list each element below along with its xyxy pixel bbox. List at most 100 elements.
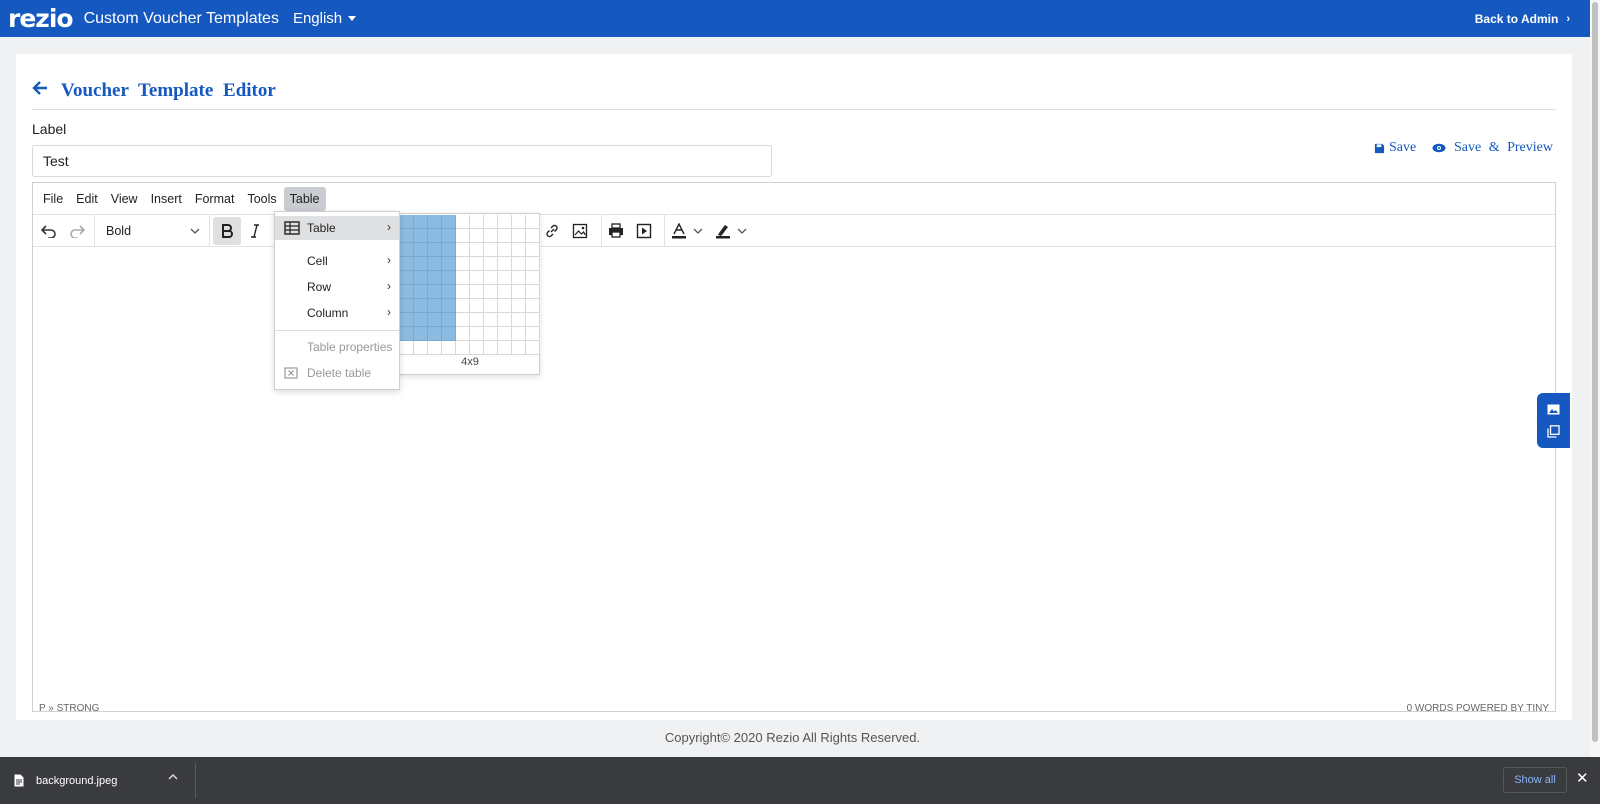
- grid-cell[interactable]: [470, 215, 484, 229]
- menu-table[interactable]: Table: [283, 186, 326, 211]
- grid-cell[interactable]: [512, 299, 526, 313]
- grid-cell[interactable]: [498, 215, 512, 229]
- grid-cell[interactable]: [414, 257, 428, 271]
- grid-cell[interactable]: [442, 215, 456, 229]
- close-icon[interactable]: ✕: [1576, 769, 1589, 787]
- scrollbar-thumb[interactable]: [1592, 2, 1598, 742]
- grid-cell[interactable]: [526, 327, 540, 341]
- italic-button[interactable]: [241, 217, 269, 245]
- grid-cell[interactable]: [442, 271, 456, 285]
- undo-icon[interactable]: [35, 217, 63, 245]
- grid-cell[interactable]: [512, 257, 526, 271]
- grid-cell[interactable]: [484, 313, 498, 327]
- grid-cell[interactable]: [414, 285, 428, 299]
- grid-cell[interactable]: [498, 313, 512, 327]
- grid-cell[interactable]: [456, 243, 470, 257]
- grid-cell[interactable]: [526, 341, 540, 355]
- grid-cell[interactable]: [498, 327, 512, 341]
- grid-cell[interactable]: [498, 285, 512, 299]
- block-format-select[interactable]: Bold: [98, 217, 206, 245]
- grid-cell[interactable]: [512, 271, 526, 285]
- grid-cell[interactable]: [498, 257, 512, 271]
- grid-cell[interactable]: [526, 271, 540, 285]
- grid-cell[interactable]: [470, 299, 484, 313]
- grid-cell[interactable]: [400, 327, 414, 341]
- grid-cell[interactable]: [526, 313, 540, 327]
- grid-cell[interactable]: [512, 313, 526, 327]
- grid-cell[interactable]: [456, 285, 470, 299]
- grid-cell[interactable]: [484, 327, 498, 341]
- table-grid-picker[interactable]: 4x9: [399, 213, 540, 375]
- bold-button[interactable]: [213, 216, 241, 245]
- grid-cell[interactable]: [512, 243, 526, 257]
- menu-format[interactable]: Format: [189, 187, 241, 211]
- grid-cell[interactable]: [484, 271, 498, 285]
- grid-cell[interactable]: [498, 299, 512, 313]
- grid-cell[interactable]: [484, 257, 498, 271]
- back-to-admin-link[interactable]: Back to Admin ›: [1475, 12, 1570, 26]
- grid-cell[interactable]: [414, 243, 428, 257]
- grid-cell[interactable]: [400, 257, 414, 271]
- grid-cell[interactable]: [428, 243, 442, 257]
- grid-cell[interactable]: [428, 257, 442, 271]
- grid-cell[interactable]: [428, 299, 442, 313]
- grid-cell[interactable]: [456, 271, 470, 285]
- template-panel-tab[interactable]: [1537, 415, 1570, 448]
- grid-cell[interactable]: [414, 313, 428, 327]
- save-preview-button[interactable]: Save & Preview: [1432, 140, 1553, 156]
- grid-cell[interactable]: [428, 271, 442, 285]
- grid-cell[interactable]: [442, 313, 456, 327]
- grid-cell[interactable]: [414, 341, 428, 355]
- grid-cell[interactable]: [512, 229, 526, 243]
- grid-cell[interactable]: [512, 285, 526, 299]
- preview-button[interactable]: [630, 217, 658, 245]
- grid-cell[interactable]: [442, 299, 456, 313]
- save-button[interactable]: Save: [1374, 140, 1416, 156]
- grid-cell[interactable]: [512, 327, 526, 341]
- redo-icon[interactable]: [63, 217, 91, 245]
- grid-cell[interactable]: [470, 285, 484, 299]
- element-path[interactable]: P » STRONG: [39, 703, 99, 719]
- grid-cell[interactable]: [484, 243, 498, 257]
- label-input[interactable]: [32, 145, 772, 177]
- back-arrow-icon[interactable]: [32, 79, 48, 102]
- grid-cell[interactable]: [498, 229, 512, 243]
- download-item[interactable]: background.jpeg: [14, 757, 117, 804]
- grid-cell[interactable]: [400, 271, 414, 285]
- grid-cell[interactable]: [456, 299, 470, 313]
- grid-cell[interactable]: [526, 257, 540, 271]
- page-scrollbar[interactable]: [1590, 0, 1600, 757]
- grid-cell[interactable]: [442, 327, 456, 341]
- grid-cell[interactable]: [428, 285, 442, 299]
- grid-cell[interactable]: [470, 243, 484, 257]
- grid-cell[interactable]: [526, 243, 540, 257]
- grid-cell[interactable]: [526, 285, 540, 299]
- grid-cell[interactable]: [526, 229, 540, 243]
- grid-cell[interactable]: [414, 229, 428, 243]
- print-button[interactable]: [602, 217, 630, 245]
- grid-cell[interactable]: [442, 257, 456, 271]
- grid-cell[interactable]: [428, 229, 442, 243]
- menu-edit[interactable]: Edit: [70, 187, 104, 211]
- grid-cell[interactable]: [456, 341, 470, 355]
- grid-cell[interactable]: [512, 341, 526, 355]
- grid-cell[interactable]: [414, 299, 428, 313]
- highlight-color-button[interactable]: [709, 217, 753, 245]
- grid-cell[interactable]: [442, 229, 456, 243]
- grid-cell[interactable]: [400, 299, 414, 313]
- grid-cell[interactable]: [498, 243, 512, 257]
- grid-cell[interactable]: [414, 271, 428, 285]
- grid-cell[interactable]: [470, 341, 484, 355]
- image-button[interactable]: [566, 217, 594, 245]
- language-dropdown[interactable]: English: [293, 10, 357, 27]
- grid-cell[interactable]: [470, 257, 484, 271]
- menu-tools[interactable]: Tools: [241, 187, 282, 211]
- text-color-button[interactable]: [665, 217, 709, 245]
- grid-cell[interactable]: [484, 299, 498, 313]
- grid-cell[interactable]: [428, 327, 442, 341]
- table-menu-item-cell[interactable]: Cell ›: [275, 249, 399, 273]
- grid-cell[interactable]: [526, 299, 540, 313]
- grid-cell[interactable]: [456, 327, 470, 341]
- grid-cell[interactable]: [400, 313, 414, 327]
- chevron-up-icon[interactable]: [168, 771, 178, 783]
